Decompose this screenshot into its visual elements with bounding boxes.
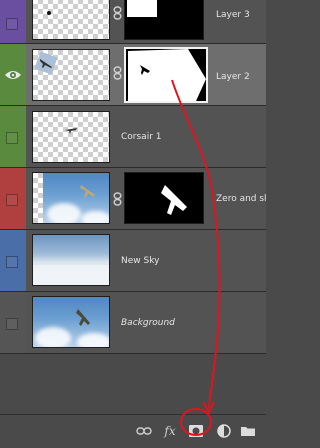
layer-mask-thumbnail[interactable] [124, 0, 204, 40]
cloud [81, 211, 109, 223]
cloud [35, 327, 71, 347]
mask-link-icon[interactable] [113, 6, 122, 20]
cloud-layer [33, 265, 109, 285]
layer-row-new-sky[interactable]: New Sky [0, 230, 266, 292]
brush-dot [47, 11, 51, 15]
layer-name[interactable]: Layer 2 [216, 72, 250, 82]
visibility-toggle[interactable] [6, 132, 18, 144]
mask-white-shape [161, 185, 187, 215]
cloud [47, 203, 81, 223]
layer-row-layer-2[interactable]: Layer 2 [0, 44, 266, 106]
mask-link-icon[interactable] [113, 192, 122, 206]
layer-thumbnail[interactable] [32, 111, 110, 163]
mask-white-shape [127, 0, 157, 17]
layer-row-corsair-1[interactable]: Corsair 1 [0, 106, 266, 168]
visibility-toggle[interactable] [6, 194, 18, 206]
layers-panel-toolbar: fx [0, 414, 266, 448]
layer-name[interactable]: Background [121, 318, 175, 328]
mask-link-icon[interactable] [113, 66, 122, 80]
folder-icon[interactable] [238, 421, 258, 441]
plane-silhouette [80, 185, 95, 198]
fx-icon[interactable]: fx [160, 421, 180, 441]
mask-white-shape [128, 49, 206, 101]
layer-row-layer-3[interactable]: Layer 3 [0, 0, 266, 44]
transparent-edge [33, 173, 43, 223]
visibility-toggle[interactable] [6, 256, 18, 268]
adjustment-layer-icon[interactable] [214, 421, 234, 441]
layer-name[interactable]: New Sky [121, 256, 159, 266]
layer-row-background[interactable]: Background [0, 292, 266, 354]
add-mask-icon[interactable] [186, 421, 206, 441]
layer-thumbnail[interactable] [32, 0, 110, 40]
layer-mask-thumbnail[interactable] [124, 172, 204, 224]
plane-silhouette [76, 309, 90, 326]
layer-name[interactable]: Zero and sk [216, 194, 266, 204]
layers-panel: Layer 3 Layer 2 Corsair 1 Zero and sk Ne… [0, 0, 266, 448]
visibility-toggle[interactable] [6, 18, 18, 30]
plane-silhouette [40, 59, 52, 68]
plane-silhouette [65, 128, 77, 134]
cloud [77, 333, 109, 347]
visibility-toggle[interactable] [6, 318, 18, 330]
layer-thumbnail[interactable] [32, 49, 110, 101]
layer-thumbnail[interactable] [32, 296, 110, 348]
layer-row-zero-and-sky[interactable]: Zero and sk [0, 168, 266, 230]
layer-thumbnail[interactable] [32, 234, 110, 286]
eye-icon[interactable] [3, 68, 23, 82]
link-layers-icon[interactable] [134, 421, 154, 441]
layer-name[interactable]: Layer 3 [216, 10, 250, 20]
layer-name[interactable]: Corsair 1 [121, 132, 161, 142]
layer-thumbnail[interactable] [32, 172, 110, 224]
layer-mask-thumbnail-selected[interactable] [124, 47, 208, 103]
